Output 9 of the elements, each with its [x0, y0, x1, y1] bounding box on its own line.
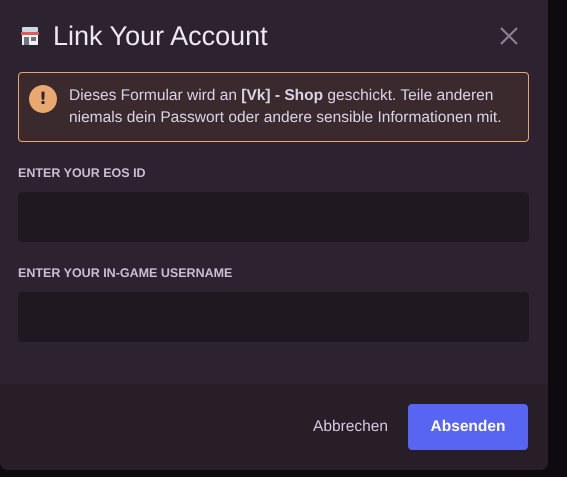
field-label: ENTER YOUR EOS ID	[18, 166, 147, 180]
warning-icon: !	[29, 85, 57, 113]
submit-button[interactable]: Absenden	[408, 404, 528, 450]
shop-icon	[19, 25, 41, 47]
cancel-button[interactable]: Abbrechen	[313, 404, 388, 450]
notice-text: Dieses Formular wird an [Vk] - Shop geschickt. Teile anderen niemals dein Passwort oder andere sensible Informationen mit.	[69, 86, 503, 128]
close-icon[interactable]	[499, 26, 519, 46]
field-label: ENTER YOUR IN-GAME USERNAME	[18, 266, 234, 280]
dialog-title: Link Your Account	[53, 20, 269, 52]
